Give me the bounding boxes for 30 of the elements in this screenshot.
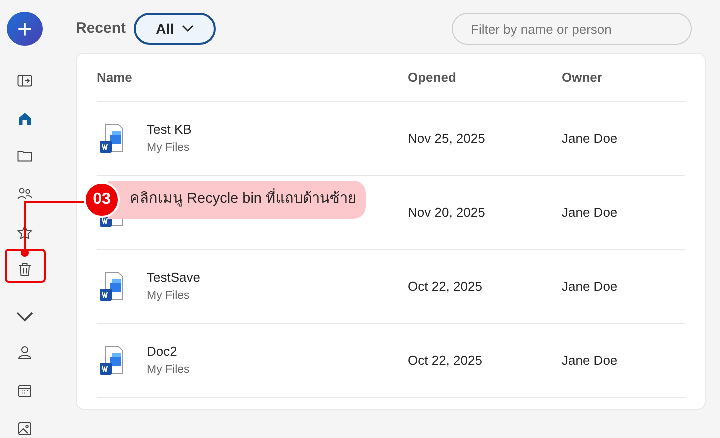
- opened-date: Nov 25, 2025: [408, 130, 486, 146]
- owner-name: Jane Doe: [562, 204, 618, 220]
- column-header[interactable]: Opened: [408, 70, 456, 85]
- image-icon: [16, 420, 34, 438]
- opened-date: Oct 22, 2025: [408, 352, 482, 368]
- caret-icon: [182, 25, 194, 33]
- highlight-frame: [5, 249, 46, 283]
- owner-name: Jane Doe: [562, 278, 618, 294]
- filter-dropdown[interactable]: All: [134, 13, 216, 45]
- trash-icon: [16, 261, 34, 280]
- owner-name: Jane Doe: [562, 352, 618, 368]
- file-name[interactable]: Doc2: [147, 342, 190, 362]
- opened-date: Nov 20, 2025: [408, 204, 486, 220]
- file-name[interactable]: TestSave: [147, 268, 200, 288]
- section-title: Recent: [76, 18, 126, 39]
- document-icon: [99, 124, 125, 154]
- document-icon: [99, 346, 125, 376]
- leader-line: [20, 201, 86, 259]
- column-header[interactable]: Owner: [562, 70, 602, 85]
- opened-date: Oct 22, 2025: [408, 278, 482, 294]
- column-header[interactable]: Name: [97, 68, 132, 88]
- document-icon: [99, 272, 125, 302]
- file-location: My Files: [147, 362, 190, 378]
- file-name[interactable]: Test KB: [147, 120, 192, 140]
- file-location: My Files: [147, 288, 191, 304]
- file-location: My Files: [147, 140, 191, 156]
- owner-name: Jane Doe: [562, 130, 618, 146]
- search-field[interactable]: Filter by name or person: [452, 13, 692, 45]
- new-button[interactable]: +: [7, 12, 43, 46]
- person-icon: [16, 344, 34, 362]
